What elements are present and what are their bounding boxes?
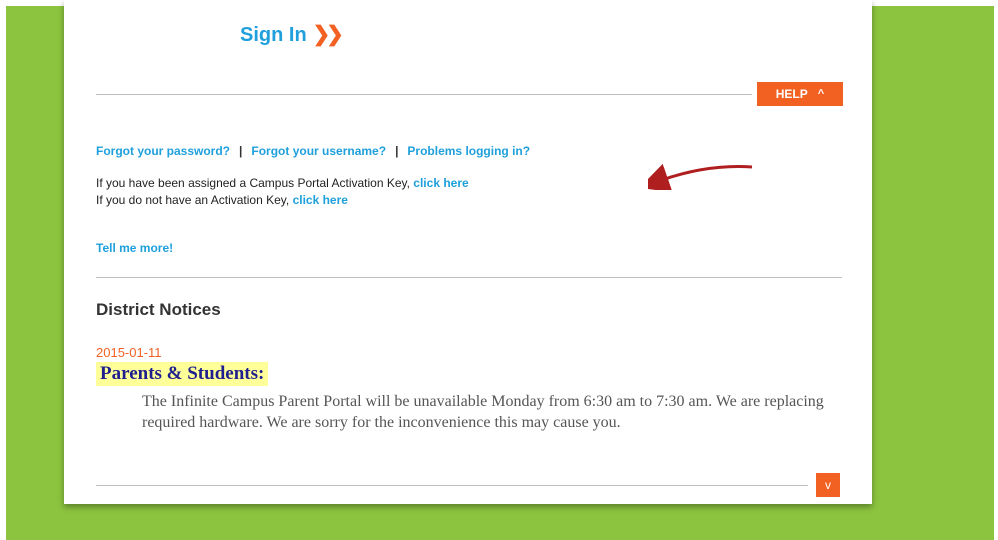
tell-me-more-link[interactable]: Tell me more! <box>96 241 173 255</box>
chevron-up-icon: ^ <box>817 88 825 100</box>
help-label: HELP <box>775 87 808 101</box>
activation-key-click-here-link[interactable]: click here <box>413 176 468 190</box>
forgot-password-link[interactable]: Forgot your password? <box>96 144 230 158</box>
chevron-down-icon: v <box>825 478 831 492</box>
activation-key-text: If you have been assigned a Campus Porta… <box>96 176 414 190</box>
expand-notices-button[interactable]: v <box>816 473 840 497</box>
notice-body: The Infinite Campus Parent Portal will b… <box>142 393 824 431</box>
notice-heading: Parents & Students: <box>96 362 269 386</box>
link-separator: | <box>395 144 399 158</box>
divider <box>96 94 752 95</box>
activation-key-line: If you have been assigned a Campus Porta… <box>96 176 469 190</box>
divider <box>96 485 808 486</box>
no-activation-key-click-here-link[interactable]: click here <box>293 193 348 207</box>
sign-in-label: Sign In <box>240 24 307 46</box>
forgot-username-link[interactable]: Forgot your username? <box>251 144 386 158</box>
sign-in-link[interactable]: Sign In ❯❯ <box>240 22 344 47</box>
divider <box>96 277 842 278</box>
problems-logging-in-link[interactable]: Problems logging in? <box>407 144 530 158</box>
district-notices-title: District Notices <box>96 300 221 319</box>
no-activation-key-line: If you do not have an Activation Key, cl… <box>96 193 348 207</box>
annotation-arrow-icon <box>648 163 753 190</box>
help-button[interactable]: HELP ^ <box>757 82 843 106</box>
login-help-links: Forgot your password? | Forgot your userna… <box>96 144 530 158</box>
double-chevron-right-icon: ❯❯ <box>312 23 344 46</box>
notice-date: 2015-01-11 <box>96 345 162 360</box>
link-separator: | <box>239 144 243 158</box>
login-panel: Sign In ❯❯ HELP ^ Forgot your password? | F… <box>64 0 872 504</box>
no-activation-key-text: If you do not have an Activation Key, <box>96 193 293 207</box>
